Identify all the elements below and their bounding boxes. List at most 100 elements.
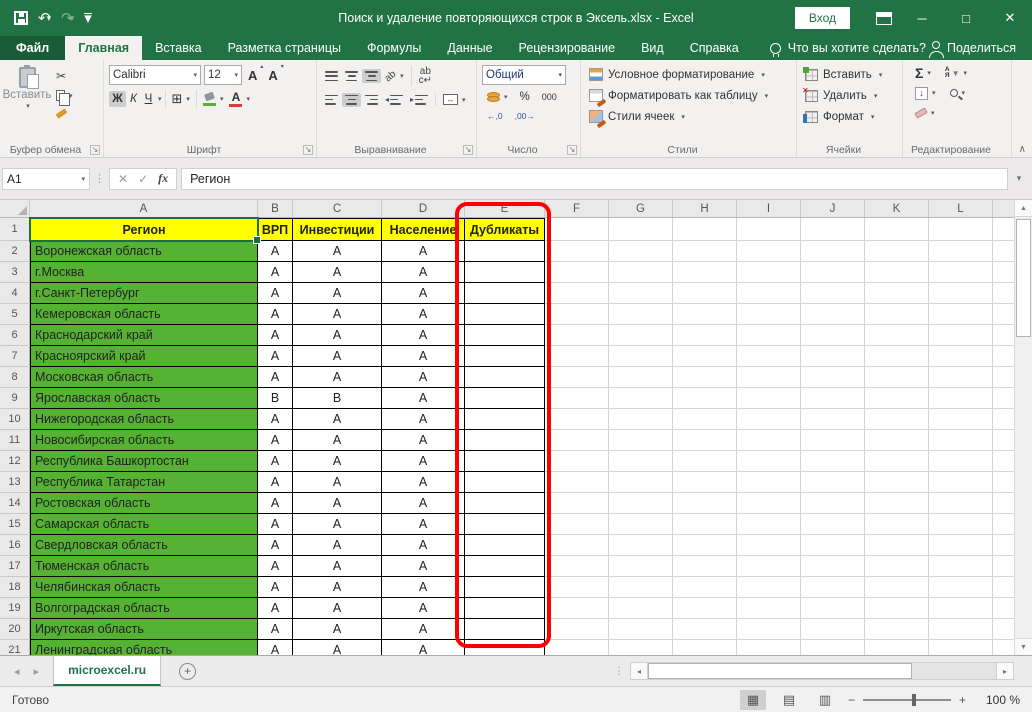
empty-cell[interactable]	[993, 283, 1014, 304]
expand-formula-bar-button[interactable]: ▾	[1008, 173, 1030, 184]
empty-cell[interactable]	[865, 640, 929, 655]
empty-cell[interactable]	[865, 325, 929, 346]
tab-page-layout[interactable]: Разметка страницы	[215, 36, 354, 60]
empty-cell[interactable]	[865, 556, 929, 577]
empty-cell[interactable]	[545, 472, 609, 493]
cell-investments[interactable]: А	[293, 283, 382, 304]
cell-region[interactable]: г.Москва	[30, 262, 258, 283]
empty-cell[interactable]	[673, 367, 737, 388]
row-header[interactable]: 5	[0, 304, 30, 325]
accounting-format-button[interactable]: ▾	[484, 90, 511, 104]
row-header[interactable]: 15	[0, 514, 30, 535]
vertical-scroll-thumb[interactable]	[1016, 219, 1031, 337]
empty-cell[interactable]	[545, 598, 609, 619]
cell-region[interactable]: Тюменская область	[30, 556, 258, 577]
cell-duplicates[interactable]	[465, 619, 545, 640]
cell-region[interactable]: Ленинградская область	[30, 640, 258, 655]
row-header[interactable]: 17	[0, 556, 30, 577]
empty-cell[interactable]	[609, 535, 673, 556]
empty-cell[interactable]	[865, 493, 929, 514]
empty-cell[interactable]	[929, 514, 993, 535]
alignment-dialog-launcher[interactable]: ↘	[463, 145, 473, 155]
cell-investments[interactable]: А	[293, 325, 382, 346]
empty-cell[interactable]	[801, 640, 865, 655]
row-header[interactable]: 19	[0, 598, 30, 619]
font-name-combo[interactable]: Calibri ▾	[109, 65, 201, 85]
empty-cell[interactable]	[865, 283, 929, 304]
empty-cell[interactable]	[737, 514, 801, 535]
column-header-F[interactable]: F	[545, 200, 609, 217]
cell-region[interactable]: Нижегородская область	[30, 409, 258, 430]
empty-cell[interactable]	[929, 283, 993, 304]
cell-region[interactable]: Новосибирская область	[30, 430, 258, 451]
empty-cell[interactable]	[609, 472, 673, 493]
cell-duplicates[interactable]	[465, 346, 545, 367]
cell-vrp[interactable]: А	[258, 556, 293, 577]
cell-duplicates-header[interactable]: Дубликаты	[465, 218, 545, 241]
increase-decimal-button[interactable]: ←,0	[484, 109, 506, 123]
empty-cell[interactable]	[993, 346, 1014, 367]
empty-cell[interactable]	[865, 388, 929, 409]
cell-region[interactable]: Свердловская область	[30, 535, 258, 556]
cell-investments[interactable]: А	[293, 304, 382, 325]
cell-population[interactable]: А	[382, 493, 465, 514]
empty-cell[interactable]	[545, 367, 609, 388]
empty-cell[interactable]	[545, 346, 609, 367]
tab-review[interactable]: Рецензирование	[506, 36, 629, 60]
cell-vrp[interactable]: А	[258, 577, 293, 598]
cell-population[interactable]: А	[382, 283, 465, 304]
cell-region[interactable]: г.Санкт-Петербург	[30, 283, 258, 304]
cell-population[interactable]: А	[382, 367, 465, 388]
empty-cell[interactable]	[801, 241, 865, 262]
fill-button[interactable]: ↓ ▾	[912, 85, 939, 102]
cell-duplicates[interactable]	[465, 493, 545, 514]
cell-population[interactable]: А	[382, 325, 465, 346]
row-header[interactable]: 18	[0, 577, 30, 598]
ribbon-display-options-icon[interactable]	[876, 11, 892, 25]
cell-investments[interactable]: А	[293, 535, 382, 556]
insert-function-button[interactable]: fx	[158, 171, 168, 186]
empty-cell[interactable]	[993, 304, 1014, 325]
cell-investments[interactable]: А	[293, 598, 382, 619]
empty-cell[interactable]	[673, 283, 737, 304]
empty-cell[interactable]	[609, 262, 673, 283]
cell-investments[interactable]: А	[293, 430, 382, 451]
empty-cell[interactable]	[801, 535, 865, 556]
cell-styles-button[interactable]: Стили ячеек ▾	[586, 106, 791, 129]
empty-cell[interactable]	[545, 409, 609, 430]
align-top-button[interactable]	[322, 69, 341, 83]
cell-duplicates[interactable]	[465, 640, 545, 655]
borders-button[interactable]: ⊞ ▾	[169, 89, 193, 109]
empty-cell[interactable]	[737, 535, 801, 556]
cell-vrp[interactable]: А	[258, 598, 293, 619]
cell-duplicates[interactable]	[465, 430, 545, 451]
empty-cell[interactable]	[737, 283, 801, 304]
empty-cell[interactable]	[545, 619, 609, 640]
empty-cell[interactable]	[673, 472, 737, 493]
decrease-indent-button[interactable]: ◂	[382, 93, 406, 107]
align-center-button[interactable]	[342, 92, 361, 107]
view-page-break-button[interactable]: ▥	[812, 690, 838, 710]
row-header[interactable]: 11	[0, 430, 30, 451]
empty-cell[interactable]	[545, 283, 609, 304]
clear-button[interactable]: ▾	[912, 107, 938, 119]
cell-duplicates[interactable]	[465, 535, 545, 556]
column-header-K[interactable]: K	[865, 200, 929, 217]
cell-region[interactable]: Ростовская область	[30, 493, 258, 514]
wrap-text-button[interactable]: ab c↵	[416, 65, 435, 87]
cell-duplicates[interactable]	[465, 283, 545, 304]
cell-population[interactable]: А	[382, 556, 465, 577]
empty-cell[interactable]	[737, 451, 801, 472]
cell-vrp[interactable]: А	[258, 640, 293, 655]
empty-cell[interactable]	[993, 535, 1014, 556]
name-box[interactable]: A1 ▾	[2, 167, 90, 190]
cell-vrp[interactable]: А	[258, 409, 293, 430]
font-color-button[interactable]: А ▾	[226, 90, 253, 109]
new-sheet-button[interactable]: +	[179, 662, 197, 680]
view-normal-button[interactable]: ▦	[739, 689, 766, 710]
empty-cell[interactable]	[929, 640, 993, 655]
column-header-B[interactable]: B	[258, 200, 293, 217]
cell-investments[interactable]: А	[293, 241, 382, 262]
empty-cell[interactable]	[545, 640, 609, 655]
empty-cell[interactable]	[993, 472, 1014, 493]
